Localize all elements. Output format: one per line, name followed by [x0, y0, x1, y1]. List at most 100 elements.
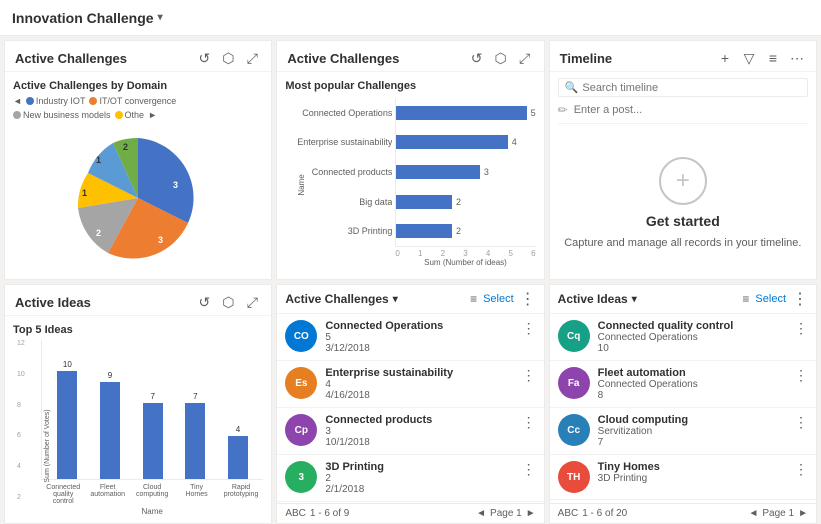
challenges-item-more-0[interactable]: ⋮: [522, 320, 536, 337]
challenges-list-card: Active Challenges ▾ ≡ Select ⋮ CO Connec…: [276, 284, 544, 524]
ideas-chart-wrapper: Sum (Number of Votes) 024681012 10 9: [13, 340, 263, 524]
bar-card-actions: ↺ ⬡ ⤢: [468, 49, 534, 67]
svg-text:3: 3: [158, 235, 163, 245]
ideas-prev-icon[interactable]: ◄: [748, 508, 758, 519]
legend-label-0: Industry IOT: [36, 96, 86, 106]
challenges-item-more-2[interactable]: ⋮: [522, 414, 536, 431]
ideas-bar-actions: ↺ ⬡ ⤢: [195, 293, 261, 311]
challenges-avatar-2: Cp: [285, 414, 317, 446]
app-title-container[interactable]: Innovation Challenge ▾: [12, 10, 163, 26]
bar-label-3: Big data: [292, 197, 392, 207]
ideas-item-content-1: Fleet automation Connected Operations 8: [598, 367, 786, 401]
ideas-item-sub-3: 3D Printing: [598, 473, 786, 484]
bar-subtitle: Most popular Challenges: [285, 80, 535, 92]
legend-dot-2: [13, 111, 21, 119]
challenges-list-title-area: Active Challenges ▾: [285, 292, 397, 306]
ideas-x-name-2: Cloud computing: [134, 484, 170, 505]
challenges-item-more-1[interactable]: ⋮: [522, 367, 536, 384]
ideas-bar-col-2: 7: [131, 392, 174, 479]
timeline-post-area[interactable]: ✏: [558, 103, 808, 124]
challenges-prev-icon[interactable]: ◄: [476, 508, 486, 519]
bar-label-2: Connected products: [292, 167, 392, 177]
bar-y-label: Name: [298, 174, 307, 195]
ideas-item-sub-2: Servitization: [598, 426, 786, 437]
ideas-more-icon[interactable]: ⋮: [792, 289, 808, 309]
timeline-empty-title: Get started: [646, 213, 720, 229]
ideas-footer-left: ABC 1 - 6 of 20: [558, 508, 628, 519]
pie-expand-icon[interactable]: ⤢: [243, 49, 261, 67]
timeline-add-icon[interactable]: +: [716, 49, 734, 67]
challenges-list-chevron[interactable]: ▾: [393, 294, 398, 305]
ideas-page-nav: ◄ Page 1 ►: [748, 508, 808, 519]
dashboard: Active Challenges ↺ ⬡ ⤢ Active Challenge…: [0, 36, 821, 501]
bar-expand-icon[interactable]: ⤢: [516, 49, 534, 67]
timeline-title: Timeline: [560, 51, 613, 66]
challenges-item-sub-3: 2: [325, 473, 513, 484]
challenges-item-content-1: Enterprise sustainability 4 4/16/2018: [325, 367, 513, 401]
challenges-next-icon[interactable]: ►: [526, 508, 536, 519]
ideas-x-label: Name: [41, 507, 263, 516]
ideas-bar-title: Active Ideas: [15, 295, 91, 310]
challenges-item-sub-2: 3: [325, 426, 513, 437]
timeline-post-input[interactable]: [574, 104, 808, 116]
pie-card-actions: ↺ ⬡ ⤢: [195, 49, 261, 67]
ideas-x-name-4: Rapid prototyping: [223, 484, 259, 505]
bar-x-label: Sum (Number of ideas): [395, 258, 535, 267]
timeline-empty-desc: Capture and manage all records in your t…: [564, 237, 801, 249]
challenges-more-icon[interactable]: ⋮: [520, 289, 536, 309]
timeline-view-icon[interactable]: ≡: [764, 49, 782, 67]
app-title: Innovation Challenge: [12, 10, 154, 26]
ideas-expand-icon[interactable]: ⤢: [243, 293, 261, 311]
bar-card-title: Active Challenges: [287, 51, 399, 66]
ideas-item-more-1[interactable]: ⋮: [794, 367, 808, 384]
ideas-item-more-0[interactable]: ⋮: [794, 320, 808, 337]
ideas-refresh-icon[interactable]: ↺: [195, 293, 213, 311]
challenges-item-date-1: 4/16/2018: [325, 390, 513, 401]
pie-refresh-icon[interactable]: ↺: [195, 49, 213, 67]
ideas-item-val-2: 7: [598, 437, 786, 448]
ideas-item-more-3[interactable]: ⋮: [794, 461, 808, 478]
challenges-item-title-0: Connected Operations: [325, 320, 513, 332]
legend-dot-0: [26, 97, 34, 105]
bar-fill-2: [396, 165, 480, 179]
ideas-item-title-3: Tiny Homes: [598, 461, 786, 473]
challenges-item-sub-0: 5: [325, 332, 513, 343]
bar-value-4: 2: [456, 226, 461, 236]
pie-card-body: Active Challenges by Domain ◄ Industry I…: [5, 72, 271, 279]
search-icon: 🔍: [565, 81, 579, 94]
svg-text:3: 3: [173, 180, 178, 190]
ideas-item-more-2[interactable]: ⋮: [794, 414, 808, 431]
ideas-list-footer: ABC 1 - 6 of 20 ◄ Page 1 ►: [550, 503, 816, 523]
bar-refresh-icon[interactable]: ↺: [468, 49, 486, 67]
challenges-item-more-3[interactable]: ⋮: [522, 461, 536, 478]
timeline-more-icon[interactable]: ⋯: [788, 49, 806, 67]
challenges-sort-icon[interactable]: ≡: [470, 292, 477, 306]
pie-export-icon[interactable]: ⬡: [219, 49, 237, 67]
timeline-filter-icon[interactable]: ▽: [740, 49, 758, 67]
ideas-list-card: Active Ideas ▾ ≡ Select ⋮ Cq Connected q…: [549, 284, 817, 524]
challenges-select-button[interactable]: Select: [483, 293, 514, 305]
bar-export-icon[interactable]: ⬡: [492, 49, 510, 67]
legend-item-0: Industry IOT: [26, 96, 86, 106]
ideas-export-icon[interactable]: ⬡: [219, 293, 237, 311]
ideas-select-button[interactable]: Select: [755, 293, 786, 305]
ideas-next-icon[interactable]: ►: [798, 508, 808, 519]
challenges-page-nav: ◄ Page 1 ►: [476, 508, 536, 519]
bar-row-2: Connected products 3: [396, 162, 535, 182]
ideas-list-chevron[interactable]: ▾: [632, 294, 637, 305]
pie-area: 3 3 2 1 1 2: [13, 124, 263, 271]
legend-dot-1: [89, 97, 97, 105]
ideas-sort-icon[interactable]: ≡: [742, 292, 749, 306]
pie-chart-card: Active Challenges ↺ ⬡ ⤢ Active Challenge…: [4, 40, 272, 280]
timeline-search-input[interactable]: [582, 82, 801, 94]
ideas-page-label: Page 1: [762, 508, 794, 519]
ideas-item-title-2: Cloud computing: [598, 414, 786, 426]
bar-label-4: 3D Printing: [292, 226, 392, 236]
ideas-item-sub-1: Connected Operations: [598, 379, 786, 390]
timeline-search-box[interactable]: 🔍: [558, 78, 808, 97]
ideas-bar-val-0: 10: [63, 360, 72, 369]
bar-label-1: Enterprise sustainability: [292, 137, 392, 147]
ideas-bar-val-3: 7: [193, 392, 197, 401]
ideas-item-content-3: Tiny Homes 3D Printing: [598, 461, 786, 484]
challenges-item-title-2: Connected products: [325, 414, 513, 426]
